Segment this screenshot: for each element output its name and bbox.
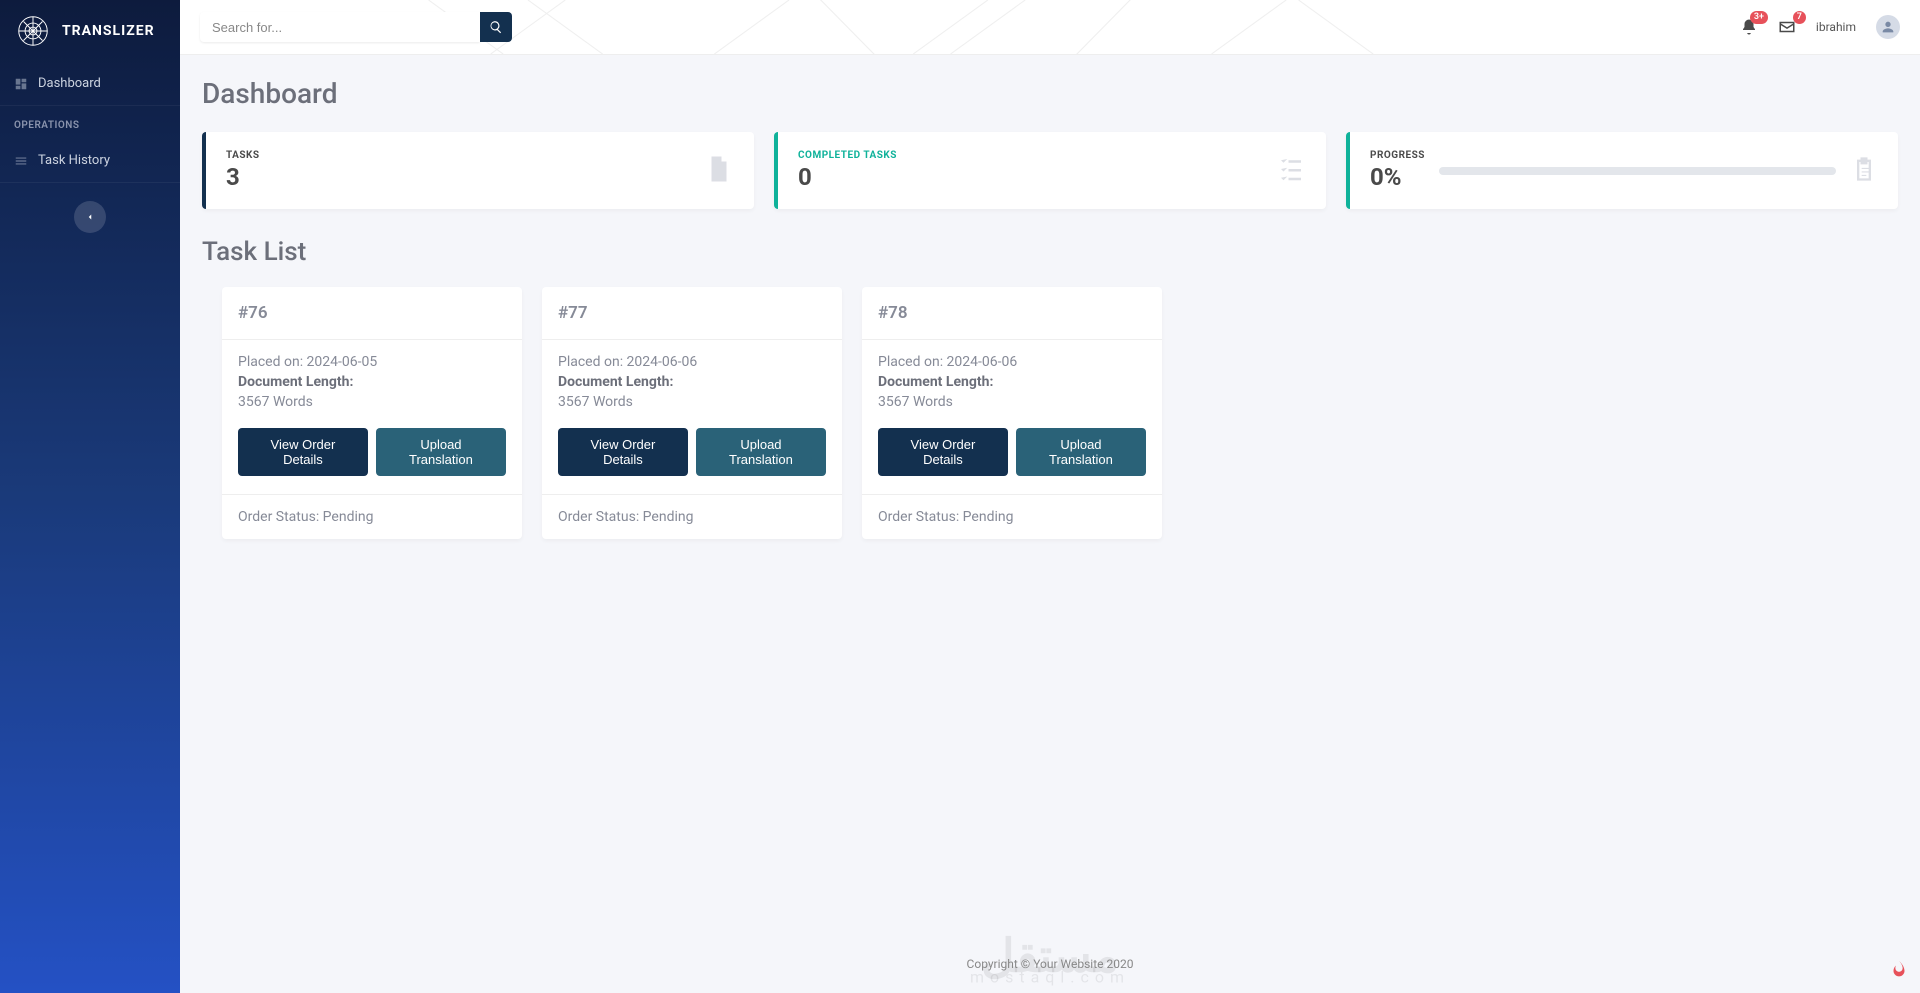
- list-icon: [14, 154, 28, 168]
- brand[interactable]: TRANSLIZER: [0, 0, 180, 62]
- upload-translation-button[interactable]: Upload Translation: [376, 428, 506, 476]
- dashboard-icon: [14, 77, 28, 91]
- messages-button[interactable]: 7: [1778, 18, 1796, 36]
- footer: مستقل mostaql.com Copyright © Your Websi…: [180, 929, 1920, 993]
- watermark-text: مستقل: [981, 929, 1119, 983]
- notifications-badge: 3+: [1750, 11, 1768, 24]
- task-placed-on: Placed on: 2024-06-06: [558, 354, 826, 370]
- task-doc-length-label: Document Length:: [238, 374, 506, 390]
- task-doc-length-value: 3567 Words: [558, 394, 826, 410]
- search-button[interactable]: [480, 12, 512, 42]
- sidebar-item-label: Dashboard: [38, 76, 101, 91]
- task-card: #77 Placed on: 2024-06-06 Document Lengt…: [542, 287, 842, 539]
- section-title-task-list: Task List: [202, 237, 1898, 267]
- user-avatar[interactable]: [1876, 15, 1900, 39]
- brand-name: TRANSLIZER: [62, 23, 155, 39]
- task-placed-on: Placed on: 2024-06-05: [238, 354, 506, 370]
- stat-value: 0%: [1370, 163, 1425, 191]
- stat-value: 3: [226, 163, 260, 191]
- upload-translation-button[interactable]: Upload Translation: [1016, 428, 1146, 476]
- stat-card-progress: PROGRESS 0%: [1346, 132, 1898, 209]
- chevron-left-icon: [85, 212, 95, 222]
- checklist-icon: [1276, 154, 1306, 188]
- task-doc-length-label: Document Length:: [558, 374, 826, 390]
- brand-logo-icon: [14, 12, 52, 50]
- task-id: #76: [222, 287, 522, 340]
- footer-copyright: Copyright © Your Website 2020: [180, 957, 1920, 971]
- messages-badge: 7: [1793, 11, 1806, 24]
- task-order-status: Order Status: Pending: [542, 494, 842, 539]
- view-order-details-button[interactable]: View Order Details: [238, 428, 368, 476]
- task-doc-length-value: 3567 Words: [878, 394, 1146, 410]
- task-id: #78: [862, 287, 1162, 340]
- stat-card-completed: COMPLETED TASKS 0: [774, 132, 1326, 209]
- task-card: #76 Placed on: 2024-06-05 Document Lengt…: [222, 287, 522, 539]
- stat-value: 0: [798, 163, 897, 191]
- task-doc-length-value: 3567 Words: [238, 394, 506, 410]
- task-id: #77: [542, 287, 842, 340]
- sidebar-item-label: Task History: [38, 153, 110, 168]
- sidebar: TRANSLIZER Dashboard OPERATIONS Task His…: [0, 0, 180, 993]
- page-title: Dashboard: [202, 77, 1898, 110]
- stat-label: COMPLETED TASKS: [798, 150, 897, 161]
- sidebar-section-operations: OPERATIONS: [0, 106, 180, 139]
- sidebar-item-task-history[interactable]: Task History: [0, 139, 180, 183]
- task-order-status: Order Status: Pending: [862, 494, 1162, 539]
- progress-bar: [1439, 167, 1836, 175]
- file-icon: [704, 154, 734, 188]
- task-card: #78 Placed on: 2024-06-06 Document Lengt…: [862, 287, 1162, 539]
- sidebar-collapse-button[interactable]: [74, 201, 106, 233]
- notifications-button[interactable]: 3+: [1740, 18, 1758, 36]
- user-icon: [1880, 19, 1896, 35]
- view-order-details-button[interactable]: View Order Details: [878, 428, 1008, 476]
- search-icon: [489, 20, 503, 34]
- search-input[interactable]: [200, 12, 480, 42]
- sidebar-item-dashboard[interactable]: Dashboard: [0, 62, 180, 106]
- stat-card-tasks: TASKS 3: [202, 132, 754, 209]
- stat-label: PROGRESS: [1370, 150, 1425, 161]
- clipboard-icon: [1850, 155, 1878, 187]
- username-label[interactable]: ibrahim: [1816, 20, 1856, 34]
- task-doc-length-label: Document Length:: [878, 374, 1146, 390]
- upload-translation-button[interactable]: Upload Translation: [696, 428, 826, 476]
- topbar: 3+ 7 ibrahim: [180, 0, 1920, 55]
- stat-label: TASKS: [226, 150, 260, 161]
- view-order-details-button[interactable]: View Order Details: [558, 428, 688, 476]
- task-placed-on: Placed on: 2024-06-06: [878, 354, 1146, 370]
- task-order-status: Order Status: Pending: [222, 494, 522, 539]
